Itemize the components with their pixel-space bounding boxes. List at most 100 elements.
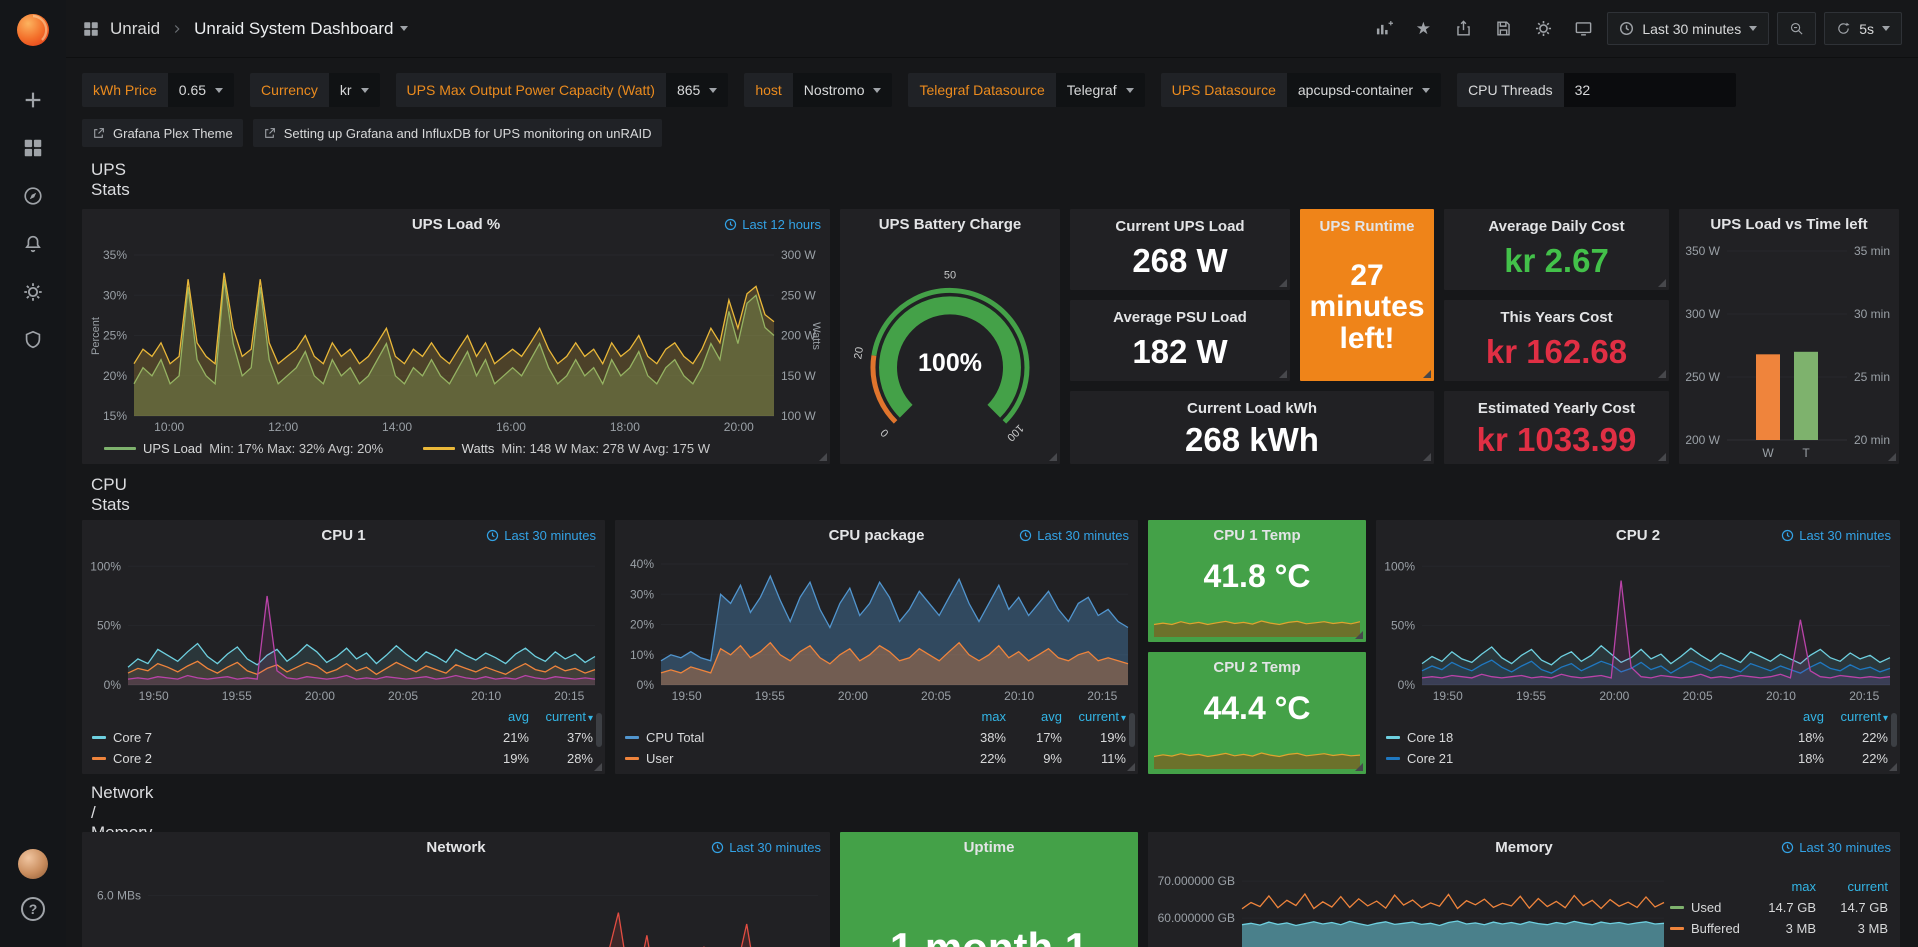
var-value-dropdown[interactable]: 0.65 xyxy=(168,73,234,107)
legend-series[interactable]: Core 18 xyxy=(1386,730,1760,745)
panel-title[interactable]: UPS Load vs Time left xyxy=(1679,209,1899,239)
alerting-button[interactable] xyxy=(13,224,53,264)
cpu-package-legend: max avg current CPU Total 38% 17% 19% Us… xyxy=(615,705,1138,774)
panel-title[interactable]: CPU 2 Temp xyxy=(1213,652,1300,682)
cycle-view-button[interactable] xyxy=(1567,13,1599,45)
var-value-dropdown[interactable]: apcupsd-container xyxy=(1287,73,1441,107)
legend-series[interactable]: Buffered xyxy=(1670,921,1744,936)
navbar: Unraid Unraid System Dashboard ★ xyxy=(66,0,1918,57)
legend-series[interactable]: CPU Total xyxy=(625,730,950,745)
legend-header-current[interactable]: current xyxy=(1816,879,1888,894)
battery-gauge[interactable]: 02050100 100% xyxy=(840,239,1060,464)
svg-text:25 min: 25 min xyxy=(1854,370,1890,384)
series-stats: Min: 148 W Max: 278 W Avg: 175 W xyxy=(501,441,710,456)
legend-series[interactable]: Core 21 xyxy=(1386,751,1760,766)
legend-header-max[interactable]: max xyxy=(950,709,1006,724)
legend-item-ups-load[interactable]: UPS Load Min: 17% Max: 32% Avg: 20% xyxy=(104,441,383,456)
cpu-threads-input[interactable]: 32 xyxy=(1564,73,1736,107)
create-button[interactable] xyxy=(13,80,53,120)
legend-header-row: max avg current xyxy=(625,706,1126,727)
panel-title[interactable]: Current Load kWh xyxy=(1187,393,1317,423)
var-value-dropdown[interactable]: kr xyxy=(329,73,380,107)
legend-header-avg[interactable]: avg xyxy=(1006,709,1062,724)
svg-text:100%: 100% xyxy=(90,559,121,573)
panel-title[interactable]: Average PSU Load xyxy=(1113,302,1247,332)
grafana-logo[interactable] xyxy=(13,10,53,50)
cost-stat-column: Average Daily Cost kr 2.67 This Years Co… xyxy=(1444,209,1669,464)
legend-series[interactable]: Core 7 xyxy=(92,730,465,745)
svg-text:19:55: 19:55 xyxy=(755,689,785,703)
legend-item-watts[interactable]: Watts Min: 148 W Max: 278 W Avg: 175 W xyxy=(423,441,710,456)
svg-text:20:05: 20:05 xyxy=(921,689,951,703)
explore-button[interactable] xyxy=(13,176,53,216)
series-color-dash xyxy=(625,757,639,760)
memory-chart[interactable]: 70.000000 GB60.000000 GB50.000000 GB xyxy=(1148,862,1670,947)
svg-text:20:10: 20:10 xyxy=(1004,689,1034,703)
panel-title[interactable]: This Years Cost xyxy=(1500,302,1612,332)
legend-header-current[interactable]: current xyxy=(529,709,593,724)
panel-title[interactable]: Average Daily Cost xyxy=(1488,211,1624,241)
clock-icon xyxy=(1019,529,1032,542)
dashboards-button[interactable] xyxy=(13,128,53,168)
legend-header-avg[interactable]: avg xyxy=(1760,709,1824,724)
panel-estimated-yearly-cost: Estimated Yearly Cost kr 1033.99 xyxy=(1444,391,1669,464)
legend-header-max[interactable]: max xyxy=(1744,879,1816,894)
panel-title[interactable]: UPS Runtime xyxy=(1319,211,1414,241)
var-value-dropdown[interactable]: 865 xyxy=(666,73,728,107)
panel-title[interactable]: Estimated Yearly Cost xyxy=(1478,393,1635,423)
dashboard-settings-button[interactable] xyxy=(1527,13,1559,45)
legend-header-avg[interactable]: avg xyxy=(465,709,529,724)
var-label: UPS Max Output Power Capacity (Watt) xyxy=(396,73,666,107)
panel-memory: Last 30 minutes Memory 70.000000 GB60.00… xyxy=(1148,832,1900,947)
panel-title[interactable]: Current UPS Load xyxy=(1115,211,1244,241)
avatar[interactable] xyxy=(18,849,48,879)
cpu2-chart[interactable]: 100%50%0%19:5019:5520:0020:0520:1020:15 xyxy=(1376,550,1900,705)
gauge-value: 100% xyxy=(840,349,1060,378)
var-value-dropdown[interactable]: Nostromo xyxy=(793,73,893,107)
svg-text:19:50: 19:50 xyxy=(139,689,169,703)
legend-current-value: 11% xyxy=(1062,751,1126,766)
panel-title[interactable]: UPS Load % xyxy=(82,209,830,239)
svg-text:6.0 MBs: 6.0 MBs xyxy=(97,889,141,903)
configuration-button[interactable] xyxy=(13,272,53,312)
link-ups-monitoring-guide[interactable]: Setting up Grafana and InfluxDB for UPS … xyxy=(253,119,662,147)
svg-text:50%: 50% xyxy=(1391,619,1415,633)
network-chart[interactable]: 6.0 MBs4.0 MBs2.0 MBs xyxy=(82,862,830,947)
var-currency: Currency kr xyxy=(250,73,379,107)
refresh-button[interactable]: 5s xyxy=(1824,12,1902,45)
panel-title[interactable]: UPS Battery Charge xyxy=(840,209,1060,239)
cpu1-chart[interactable]: 100%50%0%19:5019:5520:0020:0520:1020:15 xyxy=(82,550,605,705)
breadcrumb-app[interactable]: Unraid xyxy=(110,19,160,39)
dashboard-title[interactable]: Unraid System Dashboard xyxy=(194,19,408,39)
share-button[interactable] xyxy=(1447,13,1479,45)
series-color-dash xyxy=(1670,906,1684,909)
var-label: UPS Datasource xyxy=(1161,73,1287,107)
legend-header-current[interactable]: current xyxy=(1062,709,1126,724)
series-color-dash xyxy=(92,757,106,760)
legend-series[interactable]: User xyxy=(625,751,950,766)
panel-title[interactable]: CPU 1 Temp xyxy=(1213,520,1300,550)
legend-scrollbar[interactable] xyxy=(1891,713,1897,747)
link-grafana-plex-theme[interactable]: Grafana Plex Theme xyxy=(82,119,243,147)
ups-load-chart[interactable]: Percent Watts 35%30%25%20%15%300 W250 W2… xyxy=(82,239,830,436)
var-value-dropdown[interactable]: Telegraf xyxy=(1056,73,1145,107)
legend-series[interactable]: Core 2 xyxy=(92,751,465,766)
legend-header-current[interactable]: current xyxy=(1824,709,1888,724)
panel-title[interactable]: Uptime xyxy=(840,832,1138,862)
time-range-picker[interactable]: Last 30 minutes xyxy=(1607,12,1769,45)
refresh-interval-select[interactable]: 5s xyxy=(1859,21,1874,37)
help-button[interactable]: ? xyxy=(13,889,53,929)
save-button[interactable] xyxy=(1487,13,1519,45)
cpu-package-chart[interactable]: 40%30%20%10%0%19:5019:5520:0020:0520:102… xyxy=(615,550,1138,705)
legend-scrollbar[interactable] xyxy=(1129,713,1135,747)
legend-current-value: 3 MB xyxy=(1816,921,1888,936)
add-panel-button[interactable] xyxy=(1367,13,1399,45)
stat-value: 268 W xyxy=(1132,241,1227,290)
ups-load-vs-time-chart[interactable]: 350 W300 W250 W200 W35 min30 min25 min20… xyxy=(1679,239,1899,464)
legend-series[interactable]: Used xyxy=(1670,900,1744,915)
zoom-out-button[interactable] xyxy=(1777,12,1816,45)
favorite-button[interactable]: ★ xyxy=(1407,13,1439,45)
legend-scrollbar[interactable] xyxy=(596,713,602,747)
question-icon: ? xyxy=(21,897,45,921)
server-admin-button[interactable] xyxy=(13,320,53,360)
